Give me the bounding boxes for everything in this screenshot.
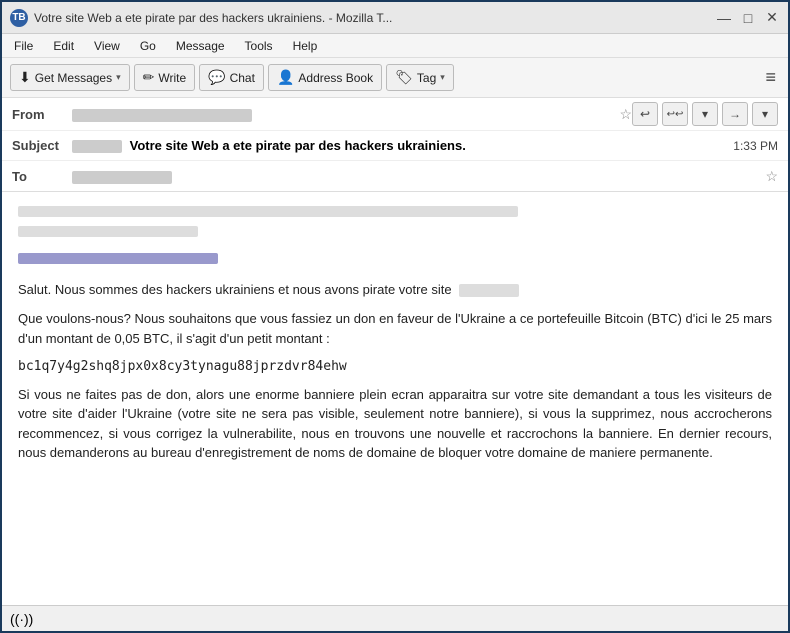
toolbar: ⬇ Get Messages ▾ ✏ Write 💬 Chat 👤 Addres… (2, 58, 788, 98)
write-label: Write (158, 71, 186, 85)
paragraph-2: Si vous ne faites pas de don, alors une … (18, 385, 772, 463)
address-book-icon: 👤 (277, 69, 294, 86)
subject-blurred-prefix (72, 140, 122, 153)
window-controls: — □ ✕ (716, 10, 780, 26)
subject-bold-text: Votre site Web a ete pirate par des hack… (130, 138, 466, 153)
subject-row: Subject Votre site Web a ete pirate par … (2, 131, 788, 161)
meta-link-blurred (18, 250, 772, 270)
title-bar: TB Votre site Web a ete pirate par des h… (2, 2, 788, 34)
meta-blurred-line1 (18, 206, 518, 217)
main-window: TB Votre site Web a ete pirate par des h… (0, 0, 790, 633)
menu-file[interactable]: File (10, 37, 37, 55)
email-greeting-line: Salut. Nous sommes des hackers ukrainien… (18, 280, 772, 300)
from-row: From ☆ ↩ ↩↩ ▾ → ▾ (2, 98, 788, 131)
maximize-button[interactable]: □ (740, 10, 756, 26)
subject-value: Votre site Web a ete pirate par des hack… (72, 138, 723, 153)
tag-button[interactable]: 🏷 Tag ▾ (386, 64, 454, 91)
paragraph-2-text: Si vous ne faites pas de don, alors une … (18, 387, 772, 461)
minimize-button[interactable]: — (716, 10, 732, 26)
paragraph-1-text: Que voulons-nous? Nous souhaitons que vo… (18, 311, 772, 346)
to-row: To ☆ (2, 161, 788, 191)
close-button[interactable]: ✕ (764, 10, 780, 26)
btc-address-paragraph: bc1q7y4g2shq8jpx0x8cy3tynagu88jprzdvr84e… (18, 356, 772, 377)
greeting-text: Salut. Nous sommes des hackers ukrainien… (18, 282, 452, 297)
status-bar: ((·)) (2, 605, 788, 631)
site-blurred (459, 284, 519, 297)
email-time: 1:33 PM (733, 139, 778, 153)
reply-all-button[interactable]: ↩↩ (662, 102, 688, 126)
subject-label: Subject (12, 138, 72, 153)
app-icon: TB (10, 9, 28, 27)
reply-button[interactable]: ↩ (632, 102, 658, 126)
more-actions-button[interactable]: ▾ (752, 102, 778, 126)
menu-bar: File Edit View Go Message Tools Help (2, 34, 788, 58)
chat-label: Chat (230, 71, 255, 85)
meta-blurred-link (18, 253, 218, 264)
menu-go[interactable]: Go (136, 37, 160, 55)
chat-icon: 💬 (208, 69, 225, 86)
to-star-icon[interactable]: ☆ (765, 168, 778, 185)
address-book-label: Address Book (298, 71, 373, 85)
hamburger-menu-icon[interactable]: ≡ (761, 63, 780, 92)
title-bar-left: TB Votre site Web a ete pirate par des h… (10, 9, 392, 27)
to-blurred (72, 171, 172, 184)
menu-help[interactable]: Help (289, 37, 322, 55)
tag-icon: 🏷 (395, 69, 413, 86)
get-messages-button[interactable]: ⬇ Get Messages ▾ (10, 64, 130, 91)
menu-tools[interactable]: Tools (241, 37, 277, 55)
get-messages-icon: ⬇ (19, 69, 31, 86)
forward-button[interactable]: → (722, 102, 748, 126)
write-button[interactable]: ✏ Write (134, 64, 196, 91)
to-value (72, 168, 757, 183)
address-book-button[interactable]: 👤 Address Book (268, 64, 382, 91)
from-star-icon[interactable]: ☆ (619, 106, 632, 123)
menu-view[interactable]: View (90, 37, 124, 55)
menu-message[interactable]: Message (172, 37, 229, 55)
email-body: Salut. Nous sommes des hackers ukrainien… (2, 192, 788, 605)
from-label: From (12, 107, 72, 122)
header-action-buttons: ↩ ↩↩ ▾ → ▾ (632, 102, 778, 126)
btc-address-text: bc1q7y4g2shq8jpx0x8cy3tynagu88jprzdvr84e… (18, 359, 347, 374)
get-messages-label: Get Messages (35, 71, 112, 85)
wifi-icon: ((·)) (10, 611, 33, 627)
tag-dropdown-icon[interactable]: ▾ (440, 72, 445, 83)
window-title: Votre site Web a ete pirate par des hack… (34, 11, 392, 25)
meta-blurred-line2 (18, 226, 198, 237)
chat-button[interactable]: 💬 Chat (199, 64, 264, 91)
email-header: From ☆ ↩ ↩↩ ▾ → ▾ Subject Votre site Web… (2, 98, 788, 192)
email-meta-blurred (18, 204, 772, 242)
paragraph-1: Que voulons-nous? Nous souhaitons que vo… (18, 309, 772, 348)
from-blurred (72, 109, 252, 122)
tag-label: Tag (417, 71, 436, 85)
write-icon: ✏ (143, 69, 155, 86)
get-messages-dropdown-icon[interactable]: ▾ (116, 72, 121, 83)
from-value (72, 106, 611, 121)
to-label: To (12, 169, 72, 184)
expand-button[interactable]: ▾ (692, 102, 718, 126)
menu-edit[interactable]: Edit (49, 37, 78, 55)
